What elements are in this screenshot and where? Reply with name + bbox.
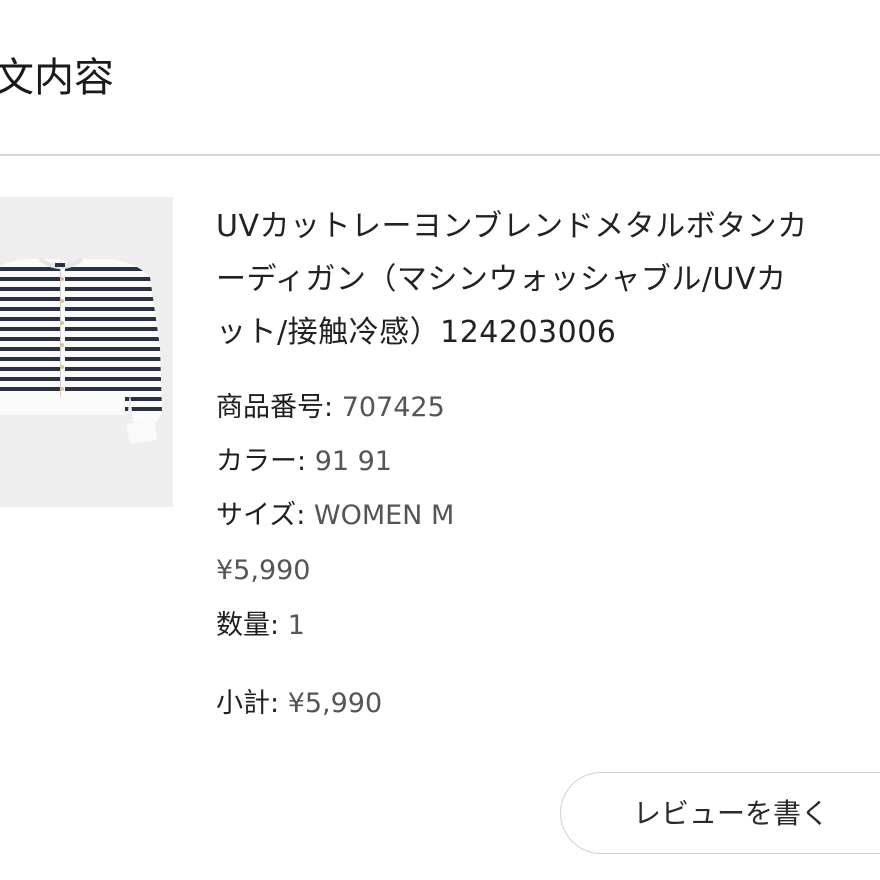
stripe	[0, 347, 162, 351]
sku-value: 707425	[333, 392, 445, 423]
product-name-line-3: ット/接触冷感）124203006	[216, 315, 617, 350]
product-name[interactable]: UVカットレーヨンブレンドメタルボタンカ ーディガン（マシンウォッシャブル/UV…	[216, 200, 880, 359]
stripe	[0, 337, 162, 341]
section-title: 文内容	[0, 55, 114, 101]
stripe	[0, 317, 162, 321]
section-divider	[0, 154, 880, 156]
color-value: 91 91	[306, 446, 392, 477]
stripe	[0, 297, 162, 301]
stripe	[0, 307, 162, 311]
quantity-label: 数量:	[216, 610, 280, 641]
write-review-button[interactable]: レビューを書く	[560, 772, 880, 854]
stripe	[0, 367, 162, 371]
size-value: WOMEN M	[305, 500, 455, 531]
subtotal-label: 小計:	[216, 688, 280, 719]
product-name-line-2: ーディガン（マシンウォッシャブル/UVカ	[216, 262, 787, 297]
product-image[interactable]	[0, 197, 173, 507]
stripe	[0, 357, 162, 361]
stripe	[0, 267, 162, 271]
stripe	[0, 377, 162, 381]
color-label: カラー:	[216, 446, 307, 477]
stripe	[0, 327, 162, 331]
sku-row: 商品番号: 707425	[216, 388, 445, 428]
product-name-line-1: UVカットレーヨンブレンドメタルボタンカ	[216, 209, 808, 244]
stripe	[0, 287, 162, 291]
size-row: サイズ: WOMEN M	[216, 496, 454, 536]
color-row: カラー: 91 91	[216, 442, 392, 482]
stripe	[0, 387, 162, 391]
quantity-value: 1	[279, 610, 305, 641]
sku-label: 商品番号:	[216, 392, 334, 423]
size-label: サイズ:	[216, 500, 306, 531]
stripe	[0, 277, 162, 281]
unit-price: ¥5,990	[216, 555, 311, 586]
subtotal-row: 小計: ¥5,990	[216, 684, 382, 724]
subtotal-value: ¥5,990	[279, 688, 383, 719]
quantity-row: 数量: 1	[216, 606, 305, 646]
price-row: ¥5,990	[216, 551, 310, 591]
striped-cardigan-image	[0, 257, 162, 444]
